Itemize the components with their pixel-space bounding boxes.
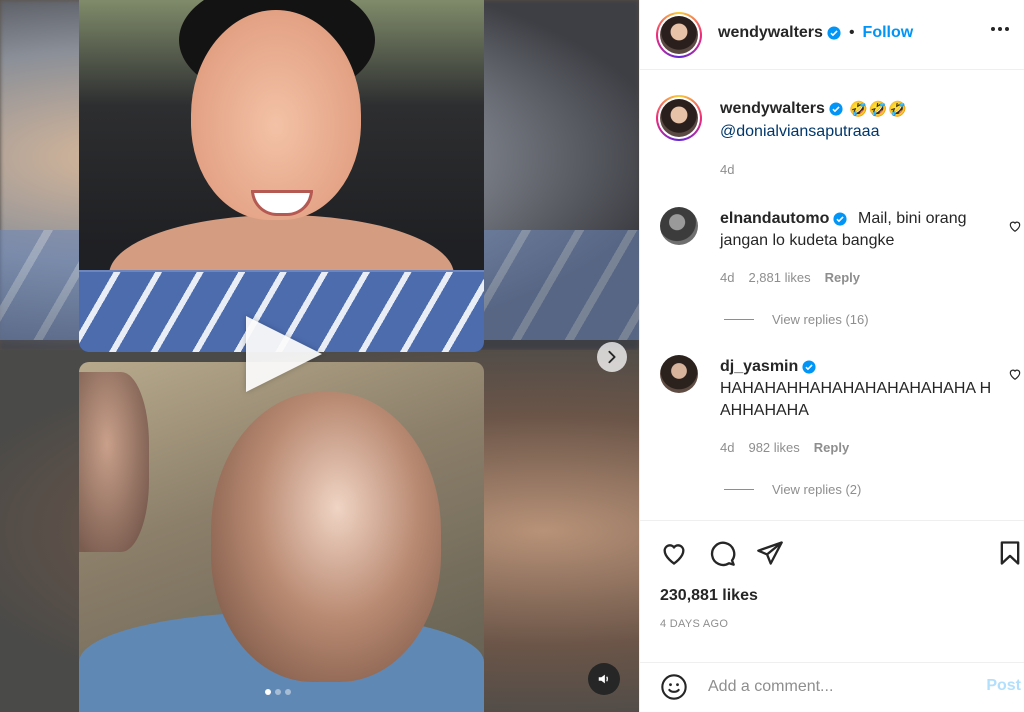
emoji-icon[interactable] [660, 673, 688, 701]
comment-input[interactable] [708, 673, 968, 701]
caption-header: wendywalters 🤣🤣🤣 [720, 100, 908, 118]
view-replies-button[interactable]: View replies (16) [724, 312, 869, 327]
caption-emojis: 🤣🤣🤣 [848, 101, 908, 118]
partial-face [79, 372, 149, 552]
comment-avatar[interactable] [660, 355, 698, 393]
replies-divider [724, 319, 754, 320]
comment-time[interactable]: 4d [720, 270, 734, 285]
play-icon[interactable] [246, 316, 322, 392]
chevron-right-icon [608, 350, 616, 364]
audio-icon [598, 674, 608, 684]
bookmark-icon[interactable] [996, 539, 1024, 567]
comment-text: Mail, bini orang jangan lo kudeta bangke [720, 210, 967, 249]
carousel-indicator [265, 689, 291, 695]
comment-meta: 4d 2,881 likes Reply [720, 270, 860, 285]
view-replies-label: View replies (16) [772, 312, 869, 327]
person-face-closeup [211, 392, 441, 682]
comment-meta: 4d 982 likes Reply [720, 440, 849, 455]
comment-icon[interactable] [708, 539, 736, 567]
audio-toggle-button[interactable] [588, 663, 620, 695]
person-face-smiling [191, 10, 361, 220]
comment-header: dj_yasmin [720, 358, 816, 376]
carousel-dot [285, 689, 291, 695]
verified-badge-icon [827, 26, 841, 40]
caption-mention-link[interactable]: @donialviansaputraaa [720, 123, 879, 141]
view-replies-button[interactable]: View replies (2) [724, 482, 861, 497]
carousel-dot-active [265, 689, 271, 695]
post-comment-button[interactable]: Post [986, 677, 1021, 695]
post-date[interactable]: 4 DAYS AGO [660, 618, 728, 630]
caption-timestamp[interactable]: 4d [720, 162, 734, 177]
reply-button[interactable]: Reply [825, 270, 860, 285]
heart-icon[interactable] [1008, 219, 1022, 233]
reply-button[interactable]: Reply [814, 440, 849, 455]
post-media[interactable] [0, 0, 639, 712]
view-replies-label: View replies (2) [772, 482, 862, 497]
comment-time[interactable]: 4d [720, 440, 734, 455]
caption-author-avatar[interactable] [656, 95, 702, 141]
share-icon[interactable] [756, 539, 784, 567]
comment-avatar[interactable] [660, 207, 698, 245]
comment-text: HAHAHAHHAHAHAHAHAHAHAHA HAHHAHAHA [720, 380, 992, 419]
comment-likes[interactable]: 982 likes [748, 440, 799, 455]
post-header: wendywalters • Follow [640, 0, 1024, 70]
post-actions: 230,881 likes 4 DAYS AGO Post [640, 520, 1024, 712]
author-username[interactable]: wendywalters [718, 24, 823, 42]
follow-button[interactable]: Follow [863, 24, 914, 42]
author-avatar[interactable] [656, 12, 702, 58]
comment-username[interactable]: dj_yasmin [720, 358, 798, 376]
caption-author-username[interactable]: wendywalters [720, 100, 825, 118]
verified-badge-icon [802, 360, 816, 374]
heart-icon[interactable] [660, 539, 688, 567]
video-frame-top [79, 0, 484, 352]
post-sidebar: wendywalters • Follow wendywalters 🤣🤣🤣 @… [639, 0, 1024, 712]
replies-divider [724, 489, 754, 490]
carousel-next-button[interactable] [597, 342, 627, 372]
verified-badge-icon [829, 102, 843, 116]
carousel-dot [275, 689, 281, 695]
video-frame-bottom [79, 362, 484, 712]
separator-bullet: • [848, 24, 855, 41]
comment-likes[interactable]: 2,881 likes [748, 270, 810, 285]
comment-form: Post [640, 662, 1024, 712]
heart-icon[interactable] [1008, 367, 1022, 381]
more-options-icon[interactable] [991, 27, 1009, 31]
likes-count[interactable]: 230,881 likes [660, 587, 758, 605]
header-user: wendywalters • Follow [718, 24, 913, 42]
